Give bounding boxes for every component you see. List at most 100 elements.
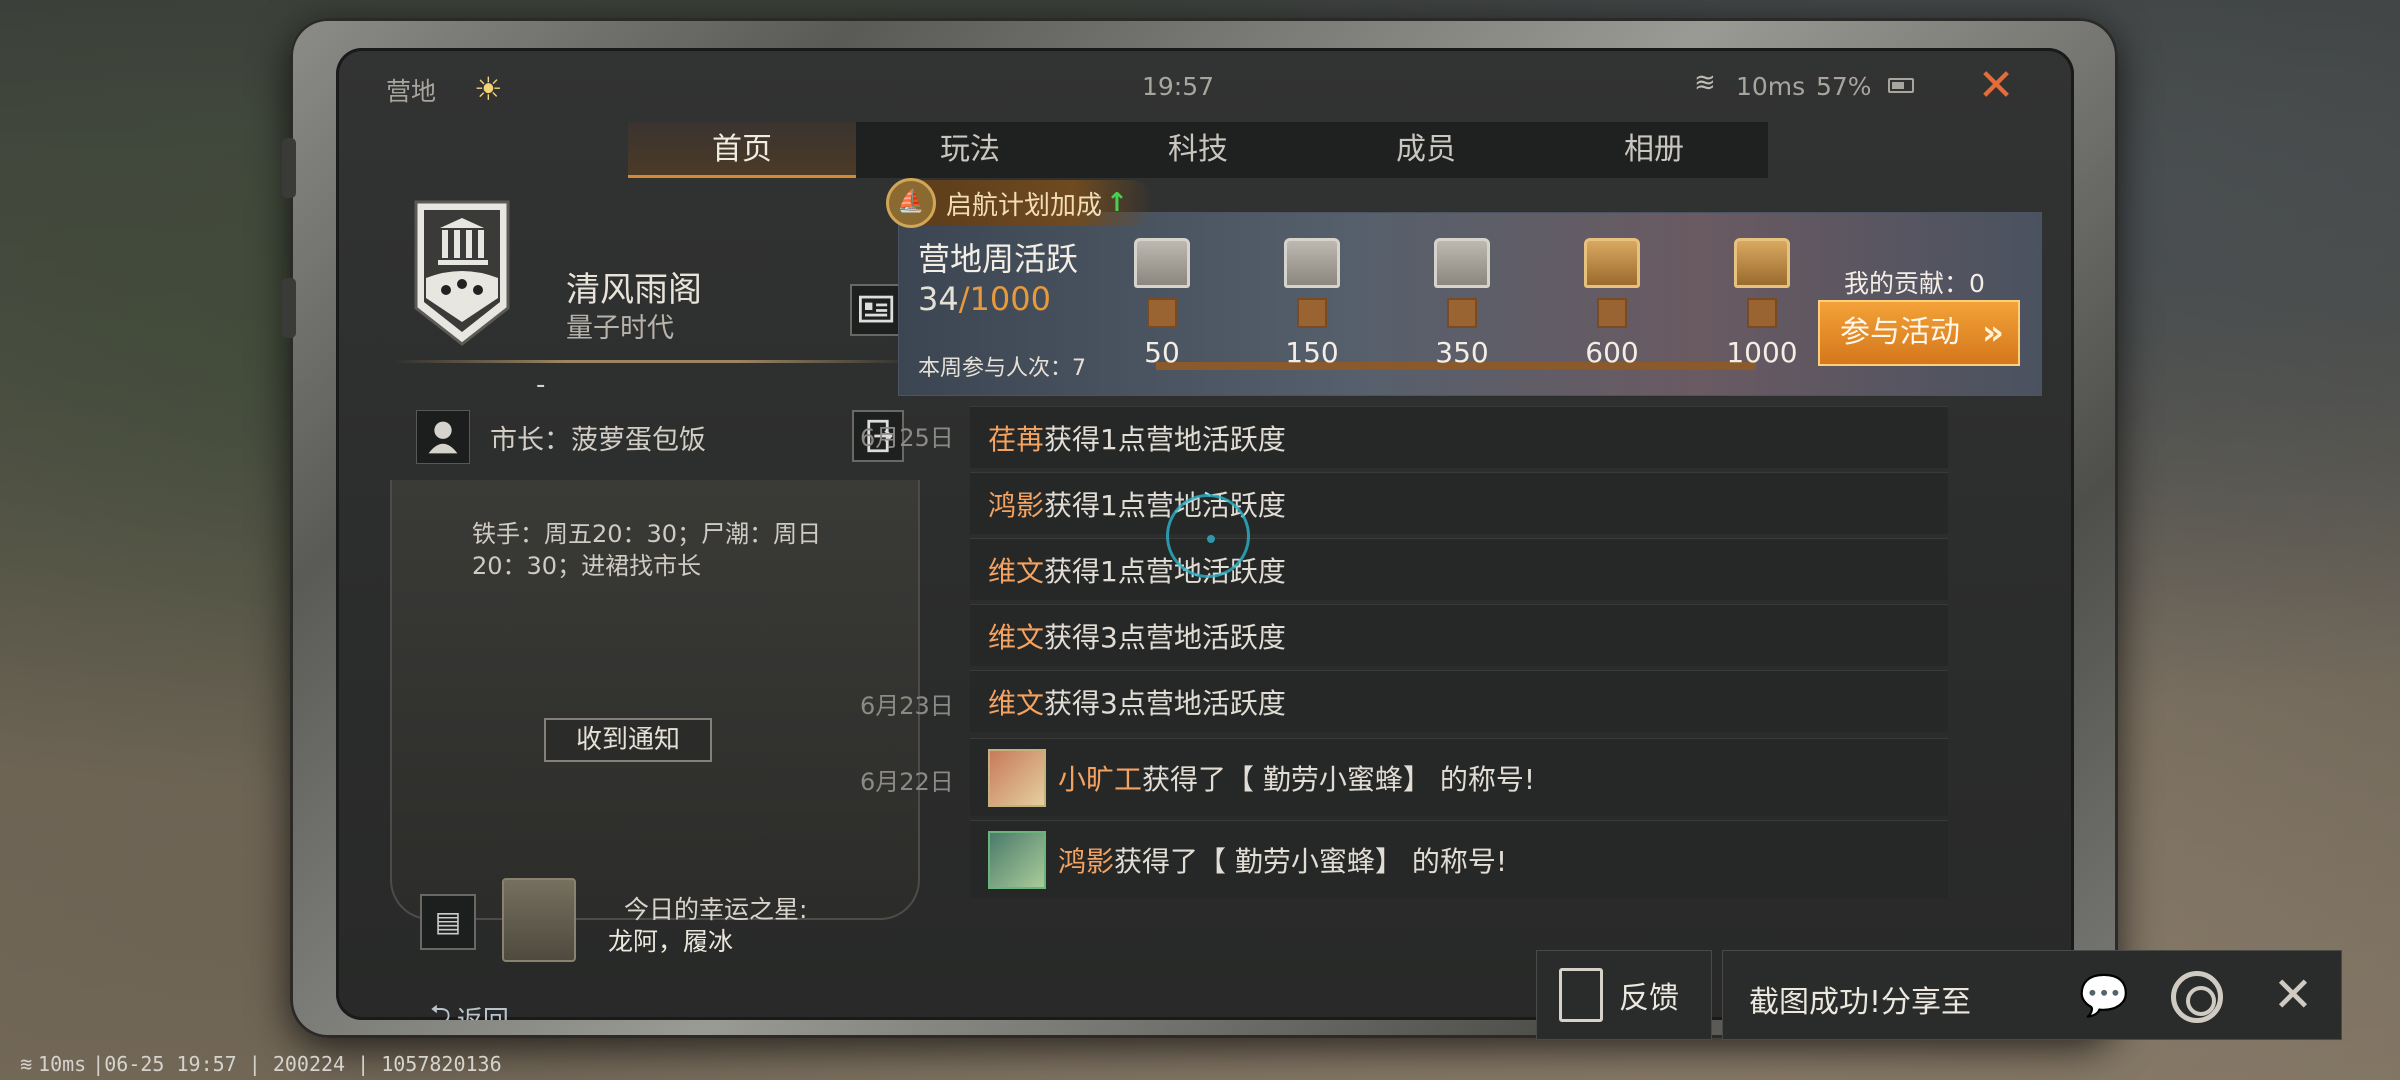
milestone-value: 600 xyxy=(1585,336,1639,369)
milestone-1000[interactable]: 1000 xyxy=(1722,238,1802,369)
boost-tag[interactable]: ⛵ 启航计划加成 ↑ xyxy=(886,178,1154,228)
activity-title: 营地周活跃 xyxy=(918,240,1079,278)
feed-player-name[interactable]: 维文 xyxy=(988,550,1044,590)
feed-player-name[interactable]: 维文 xyxy=(988,616,1044,656)
feed-entry: 小旷工 获得了【 勤劳小蜜蜂】 的称号! xyxy=(970,738,1948,816)
clipboard-feedback-icon xyxy=(1559,968,1603,1022)
milestone-node xyxy=(1297,298,1327,328)
milestone-50[interactable]: 50 xyxy=(1122,238,1202,369)
feed-text: 获得1点营地活跃度 xyxy=(1044,488,1286,522)
close-icon[interactable]: ✕ xyxy=(1972,62,2020,110)
silver-chest-icon xyxy=(1134,238,1190,288)
milestone-600[interactable]: 600 xyxy=(1572,238,1652,369)
wifi-icon: ≋ xyxy=(20,1052,33,1076)
feed-entry: 维文 获得3点营地活跃度 xyxy=(970,604,1948,666)
camp-dash: - xyxy=(536,370,546,400)
boost-label: 启航计划加成 xyxy=(946,190,1103,221)
gold-chest-icon xyxy=(1584,238,1640,288)
milestone-node xyxy=(1747,298,1777,328)
feed-text: 获得1点营地活跃度 xyxy=(1044,422,1286,456)
close-share-icon[interactable]: ✕ xyxy=(2263,965,2323,1025)
feed-entry: 荏苒 获得1点营地活跃度 xyxy=(970,406,1948,468)
gold-chest-icon xyxy=(1734,238,1790,288)
feed-player-name[interactable]: 维文 xyxy=(988,682,1044,722)
feed-entry: 鸿影 获得了【 勤劳小蜜蜂】 的称号! xyxy=(970,820,1948,898)
player-avatar[interactable] xyxy=(988,830,1046,889)
tab-home[interactable]: 首页 xyxy=(628,122,856,178)
wifi-icon: ≋ xyxy=(1694,68,1716,98)
feed-player-name[interactable]: 鸿影 xyxy=(988,484,1044,524)
camp-name: 清风雨阁 xyxy=(566,270,702,310)
wechat-icon[interactable]: 💬 xyxy=(2073,971,2135,1021)
divider xyxy=(392,360,912,363)
status-ping: 10ms xyxy=(1736,72,1806,101)
player-avatar[interactable] xyxy=(988,748,1046,807)
feed-player-name[interactable]: 荏苒 xyxy=(988,418,1044,458)
status-place: 营地 xyxy=(386,77,437,106)
moments-aperture-icon[interactable] xyxy=(2171,971,2223,1023)
screenshot-share-bar: 反馈 截图成功!分享至 💬 ✕ xyxy=(1536,950,2342,1040)
feed-text: 获得了【 勤劳小蜜蜂】 的称号! xyxy=(1114,844,1508,878)
activity-feed[interactable]: 6月25日 荏苒 获得1点营地活跃度 鸿影 获得1点营地活跃度 维文 获得1点营地活跃… xyxy=(382,406,2042,986)
battery-icon xyxy=(1888,78,1914,93)
feed-entry: 维文 获得3点营地活跃度 xyxy=(970,670,1948,732)
milestone-value: 150 xyxy=(1285,336,1339,369)
milestone-150[interactable]: 150 xyxy=(1272,238,1352,369)
join-activity-button[interactable]: 参与活动 » xyxy=(1818,300,2020,366)
feed-entry: 维文 获得1点营地活跃度 xyxy=(970,538,1948,600)
milestone-node xyxy=(1147,298,1177,328)
feedback-label: 反馈 xyxy=(1619,981,1679,1016)
milestone-node xyxy=(1597,298,1627,328)
camp-subtitle: 量子时代 xyxy=(566,313,674,344)
sun-icon: ☀ xyxy=(474,70,503,108)
id-card-icon xyxy=(859,295,894,323)
tab-tech[interactable]: 科技 xyxy=(1084,122,1312,178)
feed-text: 获得了【 勤劳小蜜蜂】 的称号! xyxy=(1142,762,1536,796)
feed-date: 6月25日 xyxy=(860,424,954,452)
feed-text: 获得3点营地活跃度 xyxy=(1044,620,1286,654)
milestone-value: 350 xyxy=(1435,336,1489,369)
footer-ping: 10ms xyxy=(38,1052,87,1076)
back-arrow-icon: ⮌ xyxy=(430,1000,451,1020)
silver-chest-icon xyxy=(1434,238,1490,288)
camp-card-button[interactable] xyxy=(850,284,904,336)
back-label: 返回 xyxy=(457,1000,509,1021)
tab-gameplay[interactable]: 玩法 xyxy=(856,122,1084,178)
silver-chest-icon xyxy=(1284,238,1340,288)
join-activity-label: 参与活动 xyxy=(1840,315,1960,350)
my-contribution: 我的贡献：0 xyxy=(1844,269,1985,298)
crosshair-icon xyxy=(1166,494,1250,578)
tab-album[interactable]: 相册 xyxy=(1540,122,1768,178)
participants-count: 本周参与人次：7 xyxy=(918,356,1086,381)
status-bar: 营地 ☀ 19:57 ≋ 10ms 57% ✕ xyxy=(336,48,2074,132)
milestone-value: 1000 xyxy=(1726,336,1798,369)
feed-player-name[interactable]: 小旷工 xyxy=(1058,758,1142,798)
activity-current: 34 xyxy=(918,280,959,318)
share-label: 截图成功!分享至 xyxy=(1749,985,1972,1020)
feed-player-name[interactable]: 鸿影 xyxy=(1058,840,1114,880)
activity-progress: 34/1000 xyxy=(918,280,1051,318)
feed-text: 获得3点营地活跃度 xyxy=(1044,686,1286,720)
tablet-knob xyxy=(282,138,296,198)
tab-members[interactable]: 成员 xyxy=(1312,122,1540,178)
milestone-node xyxy=(1447,298,1477,328)
footer-info: ≋ 10ms |06-25 19:57 | 200224 | 105782013… xyxy=(20,1052,502,1076)
double-chevron-icon: » xyxy=(1982,313,2004,353)
milestone-350[interactable]: 350 xyxy=(1422,238,1502,369)
feed-date: 6月23日 xyxy=(860,692,954,720)
milestone-value: 50 xyxy=(1144,336,1180,369)
back-button[interactable]: ⮌ 返回 xyxy=(430,1000,509,1020)
footer-details: |06-25 19:57 | 200224 | 1057820136 xyxy=(92,1052,502,1076)
status-time: 19:57 xyxy=(1142,72,1215,101)
ship-icon: ⛵ xyxy=(886,178,936,228)
feed-text: 获得1点营地活跃度 xyxy=(1044,554,1286,588)
feedback-button[interactable]: 反馈 xyxy=(1536,950,1712,1040)
status-battery: 57% xyxy=(1816,72,1872,101)
activity-max: /1000 xyxy=(958,280,1051,318)
camp-emblem-icon xyxy=(414,200,510,346)
feed-entry: 鸿影 获得1点营地活跃度 xyxy=(970,472,1948,534)
share-panel: 截图成功!分享至 💬 ✕ xyxy=(1722,950,2342,1040)
feed-date: 6月22日 xyxy=(860,768,954,796)
tab-bar: 首页 玩法 科技 成员 相册 xyxy=(628,122,1768,178)
tablet-knob xyxy=(282,278,296,338)
